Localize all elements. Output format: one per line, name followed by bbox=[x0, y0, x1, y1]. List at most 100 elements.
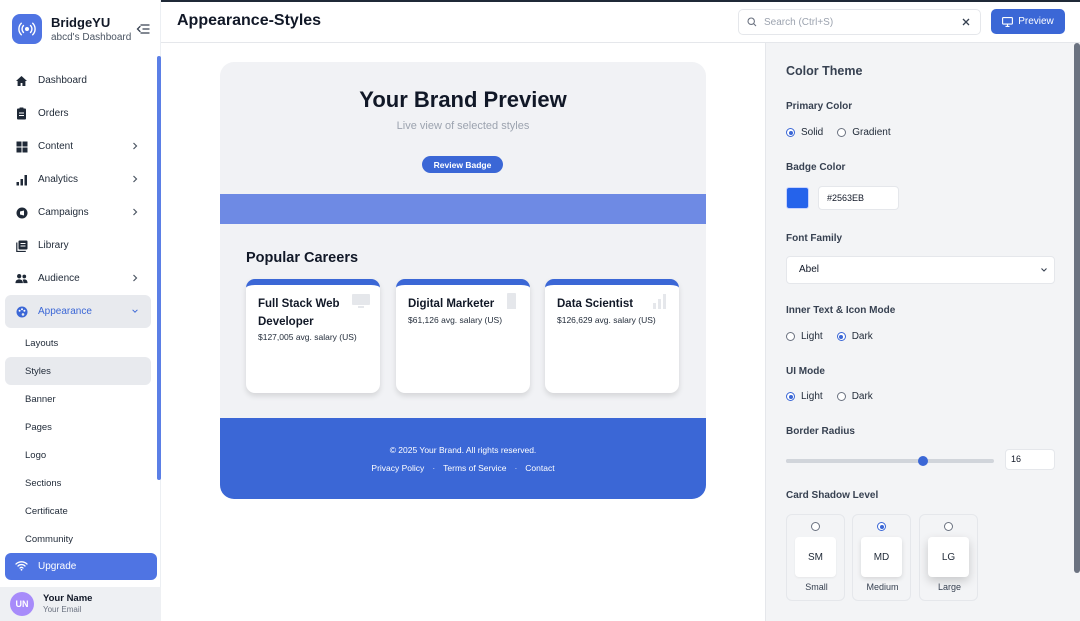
sidebar-item-audience[interactable]: Audience bbox=[5, 262, 151, 295]
chevron-right-icon bbox=[133, 274, 138, 282]
search-icon bbox=[747, 17, 757, 27]
radio-small[interactable] bbox=[811, 522, 820, 531]
sidebar-item-orders[interactable]: Orders bbox=[5, 97, 151, 130]
preview-label: Preview bbox=[1018, 16, 1054, 27]
brand[interactable]: BridgeYU abcd's Dashboard bbox=[12, 14, 131, 44]
bar-chart-icon bbox=[653, 294, 666, 309]
career-card[interactable]: Digital Marketer $61,126 avg. salary (US… bbox=[396, 279, 530, 393]
search-box[interactable] bbox=[738, 9, 981, 35]
shadow-option-large[interactable]: LG Large bbox=[919, 514, 978, 601]
radio-light[interactable] bbox=[786, 332, 795, 341]
monitor-icon bbox=[1002, 16, 1014, 27]
footer-link-contact[interactable]: Contact bbox=[525, 463, 554, 473]
slider-thumb[interactable] bbox=[918, 456, 929, 466]
shadow-option-small[interactable]: SM Small bbox=[786, 514, 845, 601]
badge-color-hex-input[interactable]: #2563EB bbox=[818, 186, 899, 210]
sidebar-item-dashboard[interactable]: Dashboard bbox=[5, 64, 151, 97]
ui-mode-dark-option[interactable]: Dark bbox=[836, 391, 873, 402]
shadow-option-medium[interactable]: MD Medium bbox=[852, 514, 911, 601]
radio-light[interactable] bbox=[786, 392, 795, 401]
footer-links: Privacy Policy · Terms of Service · Contact bbox=[220, 463, 706, 473]
radio-medium[interactable] bbox=[877, 522, 886, 531]
font-family-select[interactable]: Abel bbox=[786, 256, 1055, 284]
sidebar-item-content[interactable]: Content bbox=[5, 130, 151, 163]
inner-mode-light-option[interactable]: Light bbox=[786, 331, 823, 342]
sidebar-scrollbar[interactable] bbox=[157, 56, 161, 480]
sidebar-subitem-banner[interactable]: Banner bbox=[5, 385, 151, 413]
career-title: Data Scientist bbox=[557, 298, 634, 310]
shadow-preview: LG bbox=[928, 537, 969, 577]
radio-gradient[interactable] bbox=[837, 128, 847, 137]
chevron-right-icon bbox=[133, 208, 138, 216]
badge-color-swatch[interactable] bbox=[786, 187, 809, 209]
option-label: Gradient bbox=[852, 127, 891, 138]
footer-link-terms[interactable]: Terms of Service bbox=[443, 463, 506, 473]
sidebar-subitem-community[interactable]: Community bbox=[5, 525, 151, 553]
sidebar-item-appearance[interactable]: Appearance bbox=[5, 295, 151, 328]
radio-solid[interactable] bbox=[786, 128, 795, 137]
sidebar-subitem-sections[interactable]: Sections bbox=[5, 469, 151, 497]
sidebar-item-label: Campaigns bbox=[38, 207, 89, 218]
sidebar-item-analytics[interactable]: Analytics bbox=[5, 163, 151, 196]
footer-link-privacy[interactable]: Privacy Policy bbox=[371, 463, 424, 473]
option-label: Dark bbox=[851, 391, 873, 402]
option-label: Light bbox=[801, 331, 823, 342]
preview-button[interactable]: Preview bbox=[991, 9, 1065, 34]
sidebar-subitem-logo[interactable]: Logo bbox=[5, 441, 151, 469]
preview-footer: © 2025 Your Brand. All rights reserved. … bbox=[220, 418, 706, 499]
font-family-value: Abel bbox=[799, 264, 820, 275]
review-badge[interactable]: Review Badge bbox=[422, 156, 503, 173]
career-card[interactable]: Data Scientist $126,629 avg. salary (US) bbox=[545, 279, 679, 393]
slider-fill bbox=[786, 459, 924, 463]
close-icon[interactable] bbox=[960, 16, 972, 28]
grid-icon bbox=[15, 140, 28, 153]
option-label: Solid bbox=[801, 127, 824, 138]
sidebar-subitem-pages[interactable]: Pages bbox=[5, 413, 151, 441]
primary-color-label: Primary Color bbox=[786, 101, 853, 112]
sidebar-nav: Dashboard Orders Content Analytics Campa… bbox=[5, 64, 151, 553]
career-salary: $127,005 avg. salary (US) bbox=[258, 332, 357, 342]
sidebar-subitem-certificate[interactable]: Certificate bbox=[5, 497, 151, 525]
sidebar-item-campaigns[interactable]: Campaigns bbox=[5, 196, 151, 229]
radio-dark[interactable] bbox=[836, 392, 846, 401]
chevron-right-icon bbox=[133, 175, 138, 183]
brand-subtitle: abcd's Dashboard bbox=[51, 31, 132, 43]
inner-mode-dark-option[interactable]: Dark bbox=[836, 331, 873, 342]
sidebar-subitem-styles[interactable]: Styles bbox=[5, 357, 151, 385]
avatar: UN bbox=[10, 592, 34, 616]
shadow-preview: SM bbox=[795, 537, 836, 577]
style-settings-panel: Color Theme Primary Color Solid Gradient… bbox=[765, 43, 1080, 621]
sidebar-item-library[interactable]: Library bbox=[5, 229, 151, 262]
sidebar-subitem-layouts[interactable]: Layouts bbox=[5, 329, 151, 357]
sidebar-item-label: Dashboard bbox=[38, 75, 87, 86]
brand-preview-card: Your Brand Preview Live view of selected… bbox=[220, 62, 706, 499]
radio-dark[interactable] bbox=[836, 332, 846, 341]
search-input[interactable] bbox=[764, 16, 949, 28]
sidebar: BridgeYU abcd's Dashboard Dashboard Orde… bbox=[0, 0, 161, 621]
primary-color-gradient-option[interactable]: Gradient bbox=[837, 127, 891, 138]
user-name: Your Name bbox=[43, 593, 93, 604]
ui-mode-label: UI Mode bbox=[786, 366, 825, 377]
ui-mode-light-option[interactable]: Light bbox=[786, 391, 823, 402]
palette-icon bbox=[15, 305, 28, 318]
font-family-label: Font Family bbox=[786, 233, 843, 244]
collapse-sidebar-icon[interactable] bbox=[136, 23, 150, 35]
users-icon bbox=[15, 272, 28, 285]
border-radius-input[interactable]: 16 bbox=[1005, 449, 1055, 470]
career-card[interactable]: Full Stack Web Developer $127,005 avg. s… bbox=[246, 279, 380, 393]
user-profile[interactable]: UN Your Name Your Email bbox=[0, 587, 161, 621]
chevron-right-icon bbox=[133, 142, 138, 150]
shadow-option-name: Large bbox=[937, 582, 962, 592]
shadow-option-name: Small bbox=[805, 582, 828, 592]
primary-color-solid-option[interactable]: Solid bbox=[786, 127, 823, 138]
top-header: Appearance-Styles Preview bbox=[161, 2, 1080, 43]
shadow-preview: MD bbox=[861, 537, 902, 577]
panel-scrollbar[interactable] bbox=[1074, 43, 1080, 573]
border-radius-slider[interactable] bbox=[786, 456, 994, 466]
home-icon bbox=[15, 74, 28, 87]
radio-large[interactable] bbox=[944, 522, 953, 531]
wifi-icon bbox=[15, 560, 28, 573]
upgrade-button[interactable]: Upgrade bbox=[5, 553, 157, 580]
preview-color-band bbox=[220, 194, 706, 224]
badge-color-label: Badge Color bbox=[786, 162, 846, 173]
